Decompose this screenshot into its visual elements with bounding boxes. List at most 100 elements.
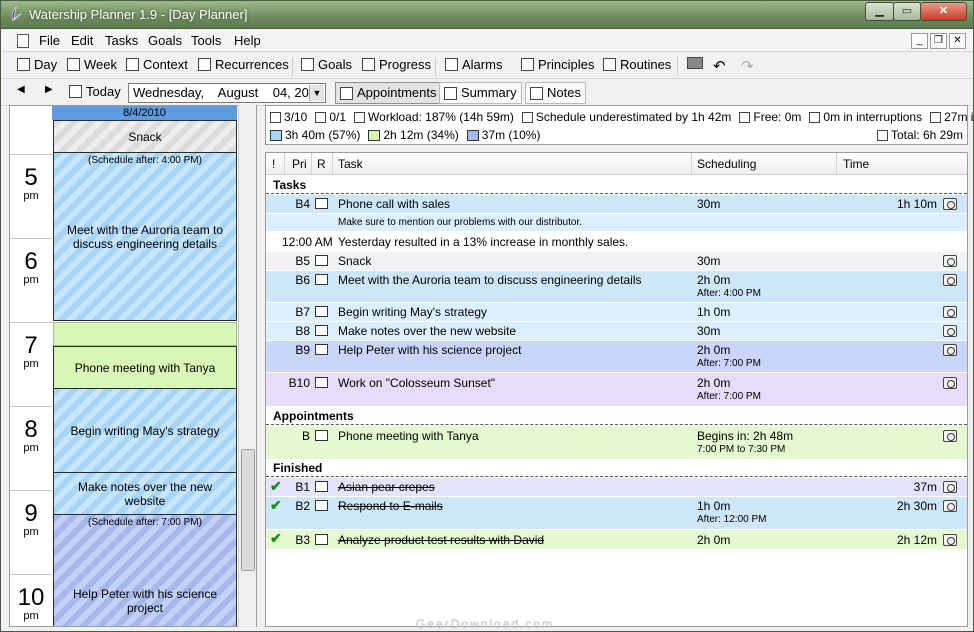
reminder-checkbox[interactable] (315, 500, 328, 511)
next-day-button[interactable]: ▶ (45, 84, 53, 95)
calendar-event-website[interactable]: Make notes over the new website (53, 472, 237, 515)
redo-button[interactable]: ↷ (741, 57, 754, 75)
window-title: Watership Planner 1.9 - [Day Planner] (29, 7, 248, 22)
warning-icon (521, 111, 533, 123)
tab-notes[interactable]: Notes (525, 82, 586, 104)
timer-button[interactable] (943, 534, 957, 546)
table-row[interactable]: ✔ B3 Analyze product test results with D… (266, 530, 967, 550)
print-button[interactable] (687, 57, 707, 69)
calendar-icon (69, 85, 82, 98)
undo-button[interactable]: ↶ (713, 57, 726, 75)
mdi-minimize-button[interactable]: _ (911, 33, 928, 49)
calendar-event-snack[interactable]: Snack (53, 120, 237, 153)
table-row[interactable]: B10 Work on "Colosseum Sunset" 2h 0m Aft… (266, 373, 967, 407)
menu-tools[interactable]: Tools (191, 33, 221, 48)
date-picker[interactable]: Wednesday, August 04, 2010 ▼ (128, 83, 326, 103)
calendar-scrollbar[interactable] (238, 105, 256, 627)
context-button[interactable]: Context (126, 57, 188, 72)
col-pri[interactable]: Pri (292, 157, 307, 171)
table-row[interactable]: B7 Begin writing May's strategy 1h 0m (266, 303, 967, 322)
grid-header: ! Pri R Task Scheduling Time (266, 153, 967, 175)
table-row[interactable]: ✔ B2 Respond to E-mails 1h 0m After: 12:… (266, 497, 967, 530)
reminder-checkbox[interactable] (315, 377, 328, 388)
alarms-button[interactable]: Alarms (445, 57, 502, 72)
chevron-down-icon[interactable]: ▼ (309, 85, 324, 101)
timer-button[interactable] (943, 274, 957, 286)
reminder-checkbox[interactable] (315, 306, 328, 317)
previous-day-button[interactable]: ◀ (17, 84, 25, 95)
reminder-checkbox[interactable] (315, 481, 328, 492)
col-time[interactable]: Time (843, 157, 869, 171)
table-row[interactable]: B6 Meet with the Auroria team to discuss… (266, 271, 967, 303)
today-button[interactable]: Today (69, 84, 121, 99)
minimize-button[interactable]: ▁ (865, 2, 894, 21)
day-view-button[interactable]: Day (17, 57, 57, 72)
timer-button[interactable] (943, 500, 957, 512)
mdi-close-button[interactable]: ✕ (949, 33, 966, 49)
scrollbar-thumb[interactable] (241, 449, 255, 571)
recurrences-button[interactable]: Recurrences (198, 57, 289, 72)
close-button[interactable]: ✕ (920, 2, 967, 21)
checkmark-icon: ✔ (270, 530, 282, 546)
mdi-restore-button[interactable]: ❐ (930, 33, 947, 49)
col-scheduling[interactable]: Scheduling (697, 157, 756, 171)
reminder-checkbox[interactable] (315, 534, 328, 545)
menu-help[interactable]: Help (234, 33, 261, 48)
calendar-event-peter[interactable]: (Schedule after: 7:00 PM) Help Peter wit… (53, 514, 237, 626)
calendar-event-tanya[interactable]: Phone meeting with Tanya (53, 346, 237, 389)
timer-button[interactable] (943, 481, 957, 493)
principles-button[interactable]: Principles (521, 57, 594, 72)
goals-button[interactable]: Goals (301, 57, 352, 72)
timer-button[interactable] (943, 255, 957, 267)
table-row[interactable]: B5 Snack 30m (266, 252, 967, 271)
hour-divider (10, 154, 52, 155)
col-r[interactable]: R (317, 157, 326, 171)
timer-button[interactable] (943, 430, 957, 442)
reminder-checkbox[interactable] (315, 430, 328, 441)
reminder-checkbox[interactable] (315, 198, 328, 209)
table-row[interactable]: B4 Phone call with sales 30m 1h 10m (266, 195, 967, 214)
progress-button[interactable]: Progress (362, 57, 431, 72)
menu-tasks[interactable]: Tasks (105, 33, 138, 48)
underestimated-stat: Schedule underestimated by 1h 42m (521, 110, 731, 124)
day-icon (17, 58, 30, 71)
blue-time-stat: 3h 40m (57%) (270, 128, 360, 142)
app-logo-icon (11, 6, 22, 22)
calendar-gap[interactable] (53, 322, 237, 346)
reminder-checkbox[interactable] (315, 325, 328, 336)
timer-button[interactable] (943, 377, 957, 389)
table-row[interactable]: B8 Make notes over the new website 30m (266, 322, 967, 341)
routines-button[interactable]: Routines (603, 57, 671, 72)
day-calendar[interactable]: 8/4/2010 5 pm 6 pm 7 pm 8 pm 9 pm 10 pm Snack … (9, 105, 257, 627)
timer-button[interactable] (943, 325, 957, 337)
week-view-button[interactable]: Week (67, 57, 117, 72)
table-row[interactable]: B Phone meeting with Tanya Begins in: 2h… (266, 426, 967, 460)
checkmark-icon: ✔ (270, 478, 282, 494)
date-value: Wednesday, August 04, 2010 (133, 85, 324, 100)
summary-row-2: 3h 40m (57%) 2h 12m (34%) 37m (10%) Tota… (270, 128, 963, 142)
reminder-checkbox[interactable] (315, 344, 328, 355)
timer-button[interactable] (943, 198, 957, 210)
workload-icon (354, 111, 366, 123)
col-task[interactable]: Task (338, 157, 363, 171)
reminder-checkbox[interactable] (315, 274, 328, 285)
main-toolbar: Day Week Context Recurrences Goals Progr… (1, 53, 973, 79)
menu-goals[interactable]: Goals (148, 33, 182, 48)
menu-file[interactable]: File (39, 33, 60, 48)
menu-edit[interactable]: Edit (71, 33, 93, 48)
reminder-checkbox[interactable] (315, 255, 328, 266)
table-row[interactable]: ✔ B1 Asian pear crepes 37m (266, 478, 967, 497)
toolbar-separator (677, 57, 678, 75)
calendar-event-may[interactable]: Begin writing May's strategy (53, 388, 237, 473)
tab-summary[interactable]: Summary (439, 82, 522, 104)
calendar-event-auroria[interactable]: (Schedule after: 4:00 PM) Meet with the … (53, 152, 237, 321)
arrow-left-icon: ◀ (17, 84, 25, 95)
timer-button[interactable] (943, 344, 957, 356)
workload-stat: Workload: 187% (14h 59m) (354, 110, 514, 124)
section-finished: Finished (266, 459, 967, 477)
col-flag[interactable]: ! (272, 157, 275, 171)
timer-button[interactable] (943, 306, 957, 318)
maximize-button[interactable]: ▭ (893, 2, 921, 21)
tab-appointments[interactable]: Appointments (335, 82, 442, 104)
table-row[interactable]: B9 Help Peter with his science project 2… (266, 341, 967, 373)
